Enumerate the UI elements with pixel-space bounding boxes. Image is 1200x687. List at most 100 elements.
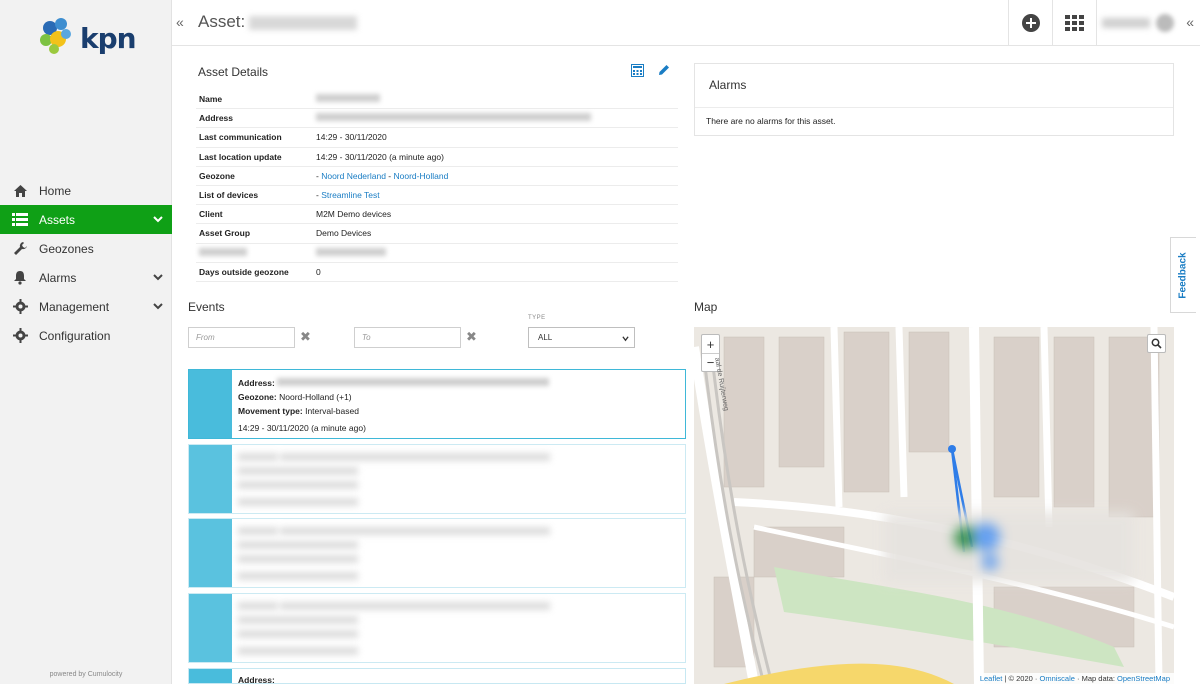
map-search-button[interactable]	[1147, 334, 1166, 353]
sidebar-item-home[interactable]: Home	[0, 176, 172, 205]
detail-value	[316, 94, 380, 104]
collapse-sidebar-button[interactable]: «	[176, 14, 184, 30]
geozone-link[interactable]: Noord-Holland	[394, 171, 449, 181]
sidebar-item-assets[interactable]: Assets	[0, 205, 172, 234]
clear-to-icon[interactable]: ✖	[466, 329, 477, 345]
event-geozone-label: Geozone:	[238, 392, 277, 402]
attribution-text: | © 2020 ·	[1004, 674, 1038, 683]
event-body: Address: Geozone: Noord-Holland (+1) Mov…	[238, 376, 550, 418]
grid-icon	[1064, 15, 1084, 31]
event-card[interactable]: Address:	[188, 668, 686, 687]
divider	[695, 107, 1173, 108]
app-switcher-button[interactable]	[1052, 0, 1096, 46]
detail-row-client: Client M2M Demo devices	[196, 205, 678, 225]
type-select[interactable]: ALL	[528, 327, 635, 348]
map-view[interactable]: + − Leaflet | © 2020 · Omniscale · Map d…	[694, 327, 1174, 684]
detail-value: M2M Demo devices	[316, 209, 392, 220]
chevron-down-icon	[153, 216, 163, 223]
sidebar-item-management[interactable]: Management	[0, 292, 172, 321]
detail-row-last-location-update: Last location update 14:29 - 30/11/2020 …	[196, 148, 678, 167]
powered-by: powered by Cumulocity	[49, 671, 123, 678]
to-date-input[interactable]: To	[354, 327, 461, 348]
detail-value	[316, 247, 386, 258]
plus-circle-icon	[1021, 14, 1040, 32]
chevron-down-icon	[622, 336, 629, 342]
detail-row-name: Name	[196, 90, 678, 110]
calculator-icon	[631, 64, 644, 77]
detail-key: List of devices	[199, 190, 259, 201]
gear-icon	[12, 299, 28, 315]
from-date-input[interactable]: From	[188, 327, 295, 348]
sidebar-item-label: Configuration	[39, 328, 111, 343]
calculator-button[interactable]	[631, 64, 644, 80]
alarms-empty-message: There are no alarms for this asset.	[706, 116, 836, 126]
map-tiles	[694, 327, 1174, 684]
chevron-down-icon	[153, 274, 163, 281]
omniscale-link[interactable]: Omniscale	[1039, 674, 1074, 683]
kpn-logo[interactable]: kpn	[36, 12, 146, 62]
leaflet-link[interactable]: Leaflet	[980, 674, 1003, 683]
sidebar-item-configuration[interactable]: Configuration	[0, 321, 172, 350]
sidebar-item-label: Home	[39, 183, 72, 198]
asset-details-title: Asset Details	[198, 65, 269, 79]
asset-details-table: Name Address Last communication 14:29 - …	[196, 90, 678, 282]
event-time	[238, 498, 358, 508]
sidebar-item-alarms[interactable]: Alarms	[0, 263, 172, 292]
sidebar-nav: Home Assets Geozones Alarms Management C…	[0, 176, 172, 350]
type-select-value: ALL	[538, 333, 553, 342]
detail-row-address: Address	[196, 109, 678, 129]
detail-value: 0	[316, 266, 321, 277]
clear-from-icon[interactable]: ✖	[300, 329, 311, 345]
edit-button[interactable]	[658, 64, 670, 80]
pencil-icon	[659, 65, 669, 75]
detail-row-redacted	[196, 244, 678, 263]
openstreetmap-link[interactable]: OpenStreetMap	[1117, 674, 1170, 683]
sidebar-item-label: Management	[39, 299, 110, 314]
brand-name: kpn	[80, 22, 137, 55]
attribution-text: · Map data:	[1077, 674, 1115, 683]
event-card[interactable]	[188, 444, 686, 514]
collapse-right-panel-button[interactable]: «	[1186, 14, 1194, 30]
top-header: « Asset: «	[172, 0, 1200, 46]
detail-value	[316, 113, 591, 123]
event-card[interactable]	[188, 593, 686, 663]
detail-row-last-communication: Last communication 14:29 - 30/11/2020	[196, 128, 678, 148]
detail-key: Address	[199, 113, 234, 124]
event-color-bar	[189, 669, 232, 683]
page-title-prefix: Asset:	[198, 12, 246, 31]
geozone-link[interactable]: Noord Nederland	[321, 171, 386, 181]
page-title: Asset:	[198, 12, 358, 32]
event-card[interactable]	[188, 518, 686, 588]
event-movement-label: Movement type:	[238, 406, 303, 416]
event-body	[238, 600, 551, 642]
event-body: Address:	[238, 673, 275, 687]
detail-row-asset-group: Asset Group Demo Devices	[196, 224, 678, 244]
list-icon	[12, 212, 28, 228]
detail-row-devices: List of devices - Streamline Test	[196, 186, 678, 206]
zoom-in-button[interactable]: +	[702, 335, 719, 353]
detail-value: - Noord Nederland - Noord-Holland	[316, 170, 449, 181]
detail-row-days-outside-geozone: Days outside geozone 0	[196, 263, 678, 282]
event-time	[238, 572, 358, 582]
device-link[interactable]: Streamline Test	[321, 190, 379, 200]
detail-key: Geozone	[199, 170, 235, 181]
feedback-tab[interactable]: Feedback	[1170, 237, 1196, 313]
detail-key: Last location update	[199, 151, 282, 162]
avatar	[1155, 14, 1174, 32]
event-card[interactable]: Address: Geozone: Noord-Holland (+1) Mov…	[188, 369, 686, 439]
sidebar-item-geozones[interactable]: Geozones	[0, 234, 172, 263]
alarms-panel: Alarms There are no alarms for this asse…	[694, 63, 1174, 136]
event-color-bar	[189, 519, 232, 587]
wrench-icon	[12, 241, 28, 257]
sidebar-item-label: Geozones	[39, 241, 94, 256]
event-color-bar	[189, 445, 232, 513]
add-button[interactable]	[1008, 0, 1052, 46]
user-menu-button[interactable]	[1096, 0, 1178, 46]
feedback-label: Feedback	[1178, 251, 1190, 299]
detail-key: Days outside geozone	[199, 266, 289, 277]
detail-key: Last communication	[199, 132, 282, 143]
alarms-title: Alarms	[709, 78, 747, 92]
redacted-user-name	[1101, 18, 1150, 28]
detail-key	[196, 247, 316, 258]
detail-key: Client	[199, 209, 223, 220]
